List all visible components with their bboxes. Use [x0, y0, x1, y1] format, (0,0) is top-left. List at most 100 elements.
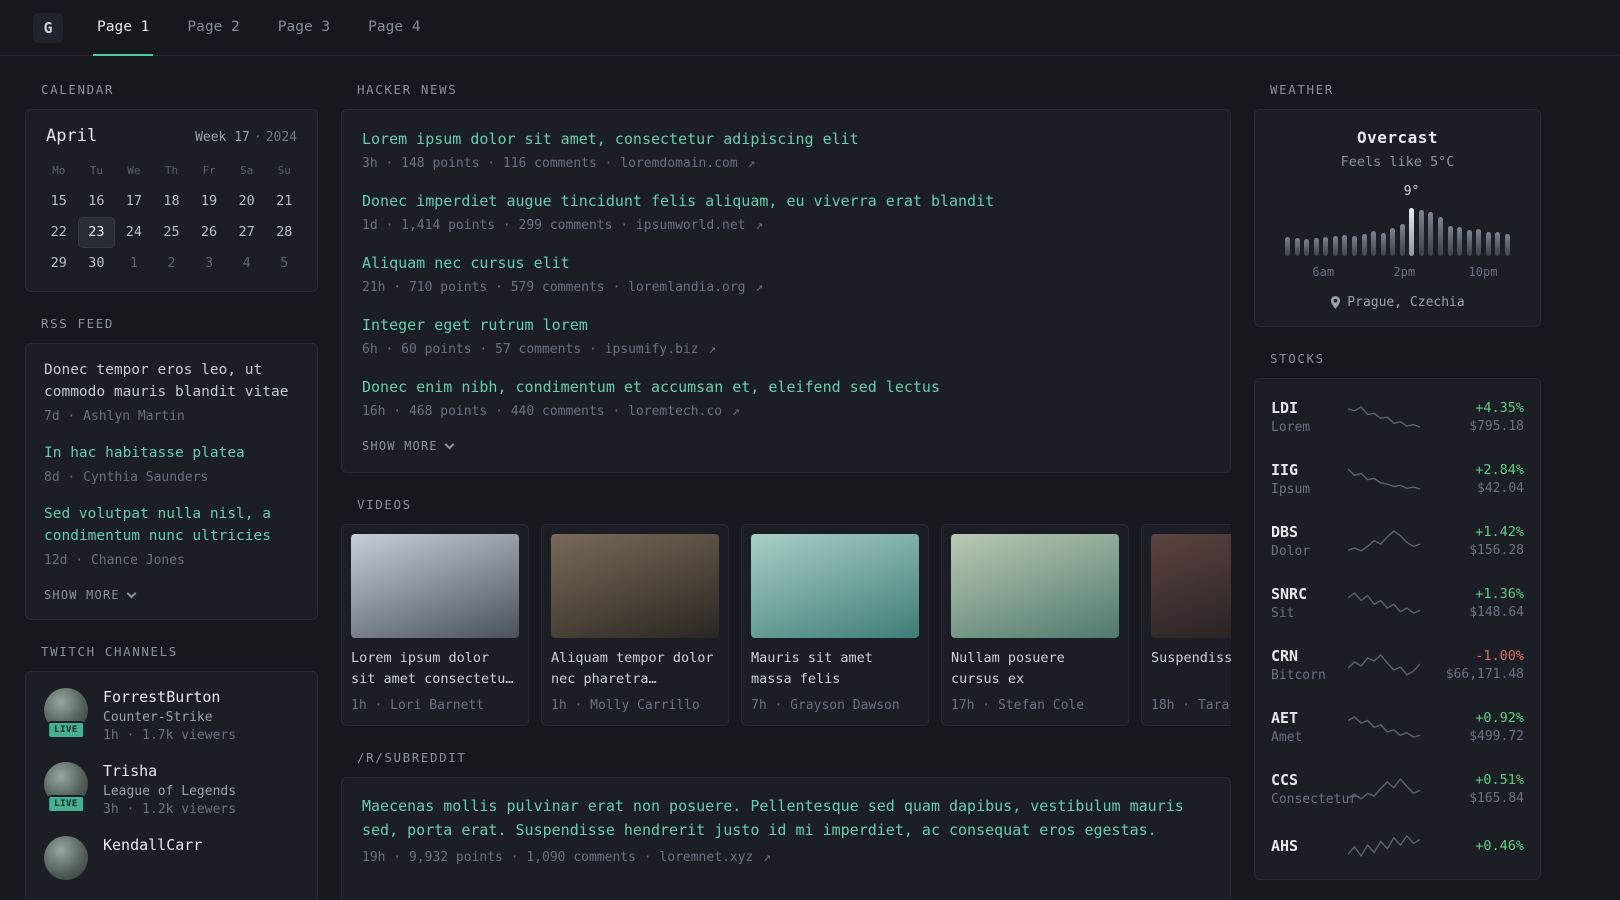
- video-card: Suspendisse diam 18h · Tara: [1141, 524, 1231, 726]
- calendar-month: April: [46, 126, 98, 146]
- external-link-icon: ↗: [755, 217, 764, 233]
- channel-name[interactable]: KendallCarr: [103, 836, 202, 854]
- rss-show-more-button[interactable]: SHOW MORE: [44, 588, 137, 602]
- tab-page-1[interactable]: Page 1: [93, 0, 154, 56]
- video-title[interactable]: Suspendisse diam: [1151, 648, 1231, 690]
- stock-values: +1.42% $156.28: [1436, 524, 1524, 558]
- stocks-section-title: STOCKS: [1270, 351, 1325, 366]
- rss-item-title[interactable]: Sed volutpat nulla nisl, a condimentum n…: [44, 504, 299, 548]
- calendar-day[interactable]: 30: [78, 248, 116, 279]
- weather-bar: [1457, 227, 1463, 256]
- stock-row: AHS +0.46%: [1271, 820, 1524, 872]
- rss-item-title[interactable]: Donec tempor eros leo, ut commodo mauris…: [44, 360, 299, 404]
- stock-row: CCS Consectetur +0.51% $165.84: [1271, 758, 1524, 820]
- stock-price: $148.64: [1469, 605, 1524, 620]
- video-title[interactable]: Lorem ipsum dolor sit amet consectetu…: [351, 648, 519, 690]
- calendar-day[interactable]: 3: [190, 248, 228, 279]
- channel-avatar: LIVE: [44, 762, 88, 814]
- stock-identity: LDI Lorem: [1271, 399, 1348, 435]
- stock-sparkline: [1348, 714, 1420, 740]
- weather-bar: [1351, 236, 1357, 256]
- video-title[interactable]: Aliquam tempor dolor nec pharetra…: [551, 648, 719, 690]
- stock-identity: DBS Dolor: [1271, 523, 1348, 559]
- video-thumbnail[interactable]: [751, 534, 919, 638]
- weather-bar: [1399, 224, 1405, 256]
- stock-sparkline: [1348, 404, 1420, 430]
- left-column: CALENDAR April Week 17 · 2024 Mo Tu We Th Fr Sa…: [25, 68, 318, 900]
- calendar-day[interactable]: 15: [40, 186, 78, 217]
- subreddit-post-title[interactable]: Maecenas mollis pulvinar erat non posuer…: [362, 794, 1210, 842]
- calendar-day[interactable]: 2: [153, 248, 191, 279]
- channel-name[interactable]: Trisha: [103, 762, 236, 780]
- stock-symbol[interactable]: CRN: [1271, 647, 1348, 665]
- calendar-day[interactable]: 22: [40, 217, 78, 248]
- stock-symbol[interactable]: IIG: [1271, 461, 1348, 479]
- stocks-list: LDI Lorem +4.35% $795.18 IIG Ipsum +2.84% $42.0…: [1271, 386, 1524, 872]
- weather-condition: Overcast: [1356, 128, 1439, 147]
- stock-sparkline: [1348, 776, 1420, 802]
- video-title[interactable]: Mauris sit amet massa felis: [751, 648, 919, 690]
- stock-symbol[interactable]: LDI: [1271, 399, 1348, 417]
- weather-hourly-chart: 9°: [1285, 184, 1510, 256]
- calendar-day[interactable]: 16: [78, 186, 116, 217]
- weather-bar: [1313, 238, 1319, 256]
- stock-change: +1.36%: [1475, 586, 1524, 602]
- calendar-day[interactable]: 28: [265, 217, 303, 248]
- hn-item-title[interactable]: Donec imperdiet augue tincidunt felis al…: [362, 190, 1210, 213]
- calendar-day[interactable]: 29: [40, 248, 78, 279]
- calendar-day-selected[interactable]: 23: [77, 217, 116, 248]
- calendar-day[interactable]: 5: [265, 248, 303, 279]
- weather-bar: [1476, 229, 1482, 256]
- stock-change: +0.46%: [1475, 838, 1524, 854]
- twitch-widget: TWITCH CHANNELS LIVE ForrestBurton Counter…: [25, 644, 318, 900]
- video-title[interactable]: Nullam posuere cursus ex: [951, 648, 1119, 690]
- stock-sparkline: [1348, 652, 1420, 678]
- video-thumbnail[interactable]: [551, 534, 719, 638]
- weekday-label: Fr: [202, 164, 216, 177]
- calendar-day[interactable]: 25: [153, 217, 191, 248]
- stock-symbol[interactable]: AHS: [1271, 837, 1348, 855]
- calendar-week-year: Week 17 · 2024: [195, 130, 297, 145]
- weather-bar: [1428, 212, 1434, 256]
- hn-show-more-button[interactable]: SHOW MORE: [362, 439, 455, 453]
- stock-symbol[interactable]: SNRC: [1271, 585, 1348, 603]
- video-thumbnail[interactable]: [951, 534, 1119, 638]
- channel-info: ForrestBurton Counter-Strike 1h · 1.7k vie…: [103, 688, 236, 743]
- calendar-day[interactable]: 17: [115, 186, 153, 217]
- tab-page-4[interactable]: Page 4: [364, 0, 424, 56]
- calendar-day[interactable]: 4: [228, 248, 266, 279]
- video-thumbnail[interactable]: [351, 534, 519, 638]
- calendar-day[interactable]: 18: [153, 186, 191, 217]
- channel-name[interactable]: ForrestBurton: [103, 688, 236, 706]
- rss-item-title[interactable]: In hac habitasse platea: [44, 443, 299, 465]
- stock-symbol[interactable]: DBS: [1271, 523, 1348, 541]
- calendar-day[interactable]: 27: [228, 217, 266, 248]
- video-thumbnail[interactable]: [1151, 534, 1231, 638]
- calendar-day[interactable]: 1: [115, 248, 153, 279]
- calendar-day[interactable]: 24: [115, 217, 153, 248]
- stock-row: DBS Dolor +1.42% $156.28: [1271, 510, 1524, 572]
- videos-widget: VIDEOS Lorem ipsum dolor sit amet consec…: [341, 497, 1231, 726]
- weather-bar: [1466, 230, 1472, 256]
- rss-section-title: RSS FEED: [41, 316, 115, 331]
- stock-symbol[interactable]: CCS: [1271, 771, 1348, 789]
- calendar-day[interactable]: 21: [265, 186, 303, 217]
- hn-item-title[interactable]: Aliquam nec cursus elit: [362, 252, 1210, 275]
- calendar-day[interactable]: 20: [228, 186, 266, 217]
- hn-item: Integer eget rutrum lorem 6h · 60 points …: [362, 314, 1210, 359]
- tab-page-2[interactable]: Page 2: [183, 0, 243, 56]
- calendar-day[interactable]: 19: [190, 186, 228, 217]
- weather-card: Overcast Feels like 5°C 9° 6am 2pm 10pm Pr…: [1254, 109, 1541, 327]
- hn-item-meta: 1d · 1,414 points · 299 comments · ipsum…: [362, 217, 764, 233]
- hn-item-title[interactable]: Integer eget rutrum lorem: [362, 314, 1210, 337]
- tab-page-3[interactable]: Page 3: [274, 0, 334, 56]
- hn-item-title[interactable]: Donec enim nibh, condimentum et accumsan…: [362, 376, 1210, 399]
- stock-symbol[interactable]: AET: [1271, 709, 1348, 727]
- stock-name: Ipsum: [1271, 482, 1311, 497]
- calendar-day[interactable]: 26: [190, 217, 228, 248]
- stock-price: $165.84: [1469, 791, 1524, 806]
- hn-item-title[interactable]: Lorem ipsum dolor sit amet, consectetur …: [362, 128, 1210, 151]
- weather-feels-like: Feels like 5°C: [1340, 154, 1455, 170]
- app-logo[interactable]: G: [33, 12, 63, 43]
- hn-item-meta: 16h · 468 points · 440 comments · loremt…: [362, 403, 740, 419]
